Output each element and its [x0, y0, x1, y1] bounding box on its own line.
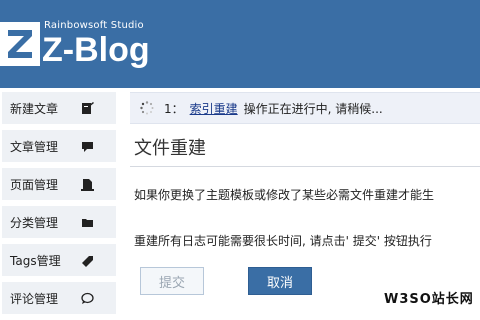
sidebar-item-page-manage[interactable]: 页面管理 — [2, 168, 116, 200]
submit-button[interactable]: 提交 — [140, 267, 204, 295]
sidebar-item-tags-manage[interactable]: Tags管理 — [2, 244, 116, 276]
comment-icon — [80, 291, 94, 305]
sidebar-item-label: 分类管理 — [10, 215, 59, 230]
sidebar-item-article-manage[interactable]: 文章管理 — [2, 130, 116, 162]
rebuild-index-link[interactable]: 索引重建 — [190, 100, 238, 117]
tag-icon — [80, 253, 94, 267]
sidebar: 新建文章 文章管理 页面管理 分类管理 Tags管理 评论管理 — [0, 88, 118, 320]
sidebar-item-label: 新建文章 — [10, 101, 59, 116]
z-logo-icon — [0, 22, 40, 66]
notice-number: 1： — [164, 101, 184, 116]
comment-bubble-icon — [80, 139, 94, 153]
folder-icon — [80, 215, 94, 229]
cancel-button[interactable]: 取消 — [248, 267, 312, 295]
progress-notice: 1： 索引重建 操作正在进行中, 请稍候... — [130, 92, 480, 124]
sidebar-item-category-manage[interactable]: 分类管理 — [2, 206, 116, 238]
sidebar-item-comment-manage[interactable]: 评论管理 — [2, 282, 116, 314]
description-text: 如果你更换了主题模板或修改了某些必需文件重建才能生 — [134, 188, 435, 202]
sidebar-item-label: 页面管理 — [10, 177, 59, 192]
sidebar-item-new-article[interactable]: 新建文章 — [2, 92, 116, 124]
notice-message: 操作正在进行中, 请稍候... — [243, 101, 383, 116]
page-title: 文件重建 — [134, 138, 206, 159]
instruction-text: 重建所有日志可能需要很长时间, 请点击' 提交' 按钮执行 — [134, 234, 432, 248]
brand-title[interactable]: Z-Blog — [42, 30, 150, 70]
app-header: Rainbowsoft Studio Z-Blog — [0, 0, 480, 88]
loading-spinner-icon — [140, 101, 154, 115]
sidebar-item-label: 评论管理 — [10, 291, 59, 306]
sidebar-item-label: Tags管理 — [10, 253, 61, 268]
sidebar-item-label: 文章管理 — [10, 139, 59, 154]
title-divider — [130, 166, 480, 167]
edit-doc-icon — [80, 101, 94, 115]
site-watermark: W3SO站长网 — [384, 292, 474, 307]
page-icon — [80, 177, 94, 191]
